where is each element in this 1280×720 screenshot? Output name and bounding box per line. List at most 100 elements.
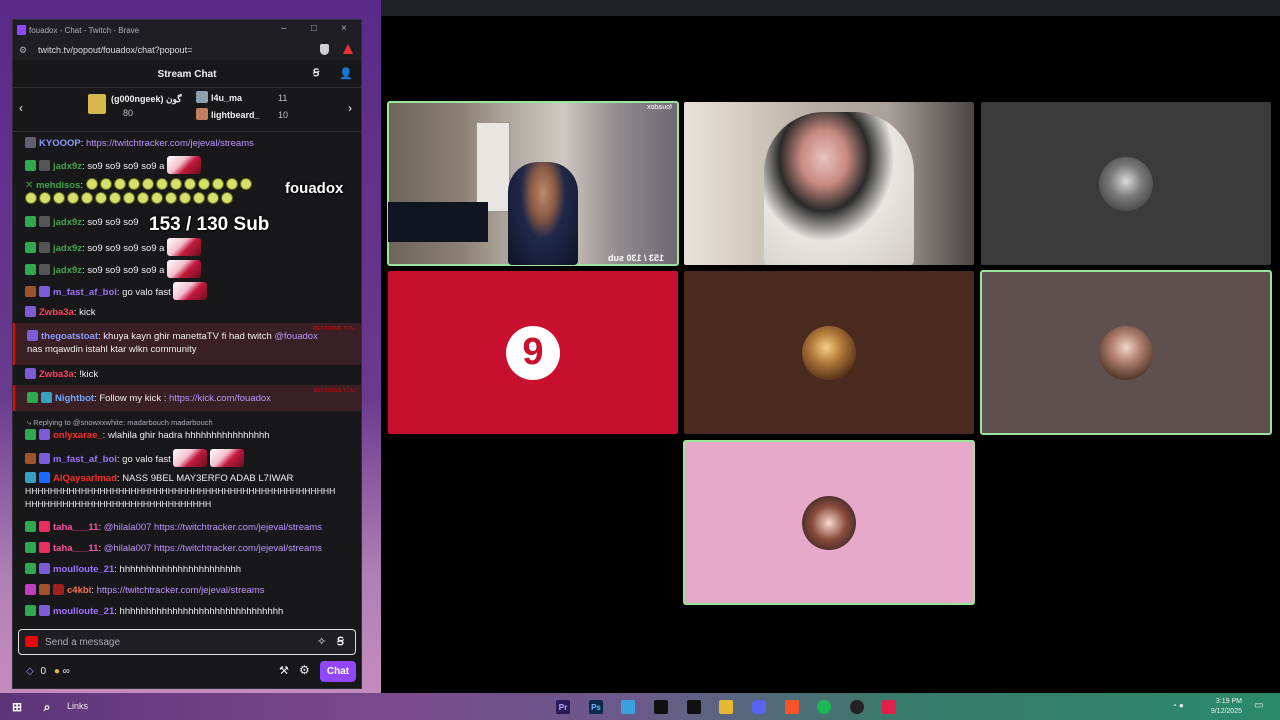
- notifications-icon[interactable]: ▭: [1254, 700, 1263, 711]
- chat-message[interactable]: jadx9z: so9 so9 so9 so9 a: [25, 156, 355, 174]
- photoshop-icon[interactable]: Ps: [589, 700, 603, 714]
- chat-message[interactable]: moulloute_21: hhhhhhhhhhhhhhhhhhhhhhh: [25, 563, 355, 576]
- chat-username[interactable]: jadx9z: [53, 161, 82, 172]
- chat-username[interactable]: c4kbi: [67, 585, 91, 596]
- chat-message[interactable]: Zwba3a: kick: [25, 306, 355, 319]
- chat-send-button[interactable]: Chat: [320, 661, 356, 682]
- chat-message[interactable]: Zwba3a: !kick: [25, 368, 355, 381]
- monitor-screen: [388, 202, 488, 242]
- participant-tile-7[interactable]: [683, 440, 975, 605]
- minimize-button[interactable]: –: [281, 23, 287, 34]
- chat-link[interactable]: https://kick.com/fouadox: [169, 393, 271, 404]
- app-icon[interactable]: [621, 700, 635, 714]
- chat-username[interactable]: jadx9z: [53, 243, 82, 254]
- taskbar-clock[interactable]: 3:19 PM 9/12/2025: [1196, 697, 1242, 717]
- url-text[interactable]: twitch.tv/popout/fouadox/chat?popout=: [38, 45, 192, 55]
- brave-shield-icon[interactable]: [320, 44, 329, 55]
- chat-message-input[interactable]: [45, 635, 295, 649]
- chat-mention[interactable]: @fouadox: [274, 331, 317, 342]
- close-button[interactable]: ×: [341, 23, 347, 34]
- app-red-icon[interactable]: [882, 700, 896, 714]
- folder-icon[interactable]: [719, 700, 733, 714]
- chat-username[interactable]: taha___11: [53, 543, 98, 554]
- chat-username[interactable]: moulloute_21: [53, 564, 114, 575]
- heart-badge: [25, 584, 36, 595]
- chat-username[interactable]: taha___11: [53, 522, 98, 533]
- camera-icon[interactable]: [25, 636, 38, 647]
- chat-message[interactable]: c4kbi: https://twitchtracker.com/jejeval…: [25, 584, 355, 597]
- chat-mention[interactable]: @hilala007: [104, 543, 152, 554]
- chat-username[interactable]: KYOOOP: [39, 138, 81, 149]
- chat-username[interactable]: moulloute_21: [53, 606, 114, 617]
- chat-message[interactable]: taha___11: @hilala007 https://twitchtrac…: [25, 542, 355, 555]
- chat-username[interactable]: m_fast_af_boi: [53, 454, 117, 465]
- verified-badge: [25, 242, 36, 253]
- chat-username[interactable]: jadx9z: [53, 265, 82, 276]
- chevron-left-icon[interactable]: ‹: [19, 101, 23, 115]
- capcut-icon[interactable]: [687, 700, 701, 714]
- chat-link[interactable]: https://twitchtracker.com/jejeval/stream…: [154, 543, 322, 554]
- participant-tile-5[interactable]: [684, 271, 974, 434]
- maximize-button[interactable]: □: [311, 23, 317, 34]
- windows-start-icon[interactable]: ⊞: [10, 700, 24, 714]
- chat-message[interactable]: taha___11: @hilala007 https://twitchtrac…: [25, 521, 355, 534]
- chevron-right-icon[interactable]: ›: [348, 101, 352, 115]
- participant-tile-camera-2[interactable]: [684, 102, 974, 265]
- chat-username[interactable]: jadx9z: [53, 217, 82, 228]
- chat-message[interactable]: AlQaysarlmad: NASS 9BEL MAY3ERFO ADAB L7…: [25, 472, 355, 511]
- participant-tile-4[interactable]: 9: [388, 271, 678, 434]
- subscriber-badge: [39, 453, 50, 464]
- search-icon[interactable]: ⌕: [40, 700, 54, 714]
- participant-tile-3[interactable]: [981, 102, 1271, 265]
- chat-message-list[interactable]: KYOOOP: https://twitchtracker.com/jejeva…: [13, 134, 361, 624]
- settings-icon[interactable]: ⚙: [299, 663, 310, 677]
- address-bar[interactable]: ⚙ twitch.tv/popout/fouadox/chat?popout=: [13, 40, 361, 60]
- site-settings-icon[interactable]: ⚙: [19, 45, 27, 56]
- chat-message[interactable]: moulloute_21: hhhhhhhhhhhhhhhhhhhhhhhhhh…: [25, 605, 355, 618]
- chat-message-mention[interactable]: MENTIONS YOU thegoatstoat: khuya kayn gh…: [13, 323, 361, 365]
- room-shelf: [476, 122, 510, 212]
- mentions-you-tag: MENTIONS YOU: [312, 326, 355, 332]
- chat-username[interactable]: thegoatstoat: [41, 331, 98, 342]
- translate-icon[interactable]: Ꞩ: [337, 635, 344, 648]
- brave-rewards-icon[interactable]: [343, 44, 353, 54]
- chat-message[interactable]: m_fast_af_boi: go valo fast: [25, 449, 355, 467]
- camera-app-icon[interactable]: [654, 700, 668, 714]
- chat-link[interactable]: https://twitchtracker.com/jejeval/stream…: [154, 522, 322, 533]
- chat-message-mention[interactable]: MENTIONS YOU Nightbot: Follow my kick : …: [13, 385, 361, 411]
- chat-username[interactable]: onlyxarae_: [53, 430, 103, 441]
- chat-message[interactable]: jadx9z: so9 so9 so9 so9 a: [25, 260, 355, 278]
- chat-username[interactable]: m_fast_af_boi: [53, 287, 117, 298]
- discord-icon[interactable]: [752, 700, 766, 714]
- chat-username[interactable]: Zwba3a: [39, 307, 74, 318]
- chat-link[interactable]: https://twitchtracker.com/jejeval/stream…: [97, 585, 265, 596]
- chat-message[interactable]: m_fast_af_boi: go valo fast: [25, 282, 355, 300]
- chat-link[interactable]: https://twitchtracker.com/jejeval/stream…: [86, 138, 254, 149]
- browser-icon[interactable]: [850, 700, 864, 714]
- chat-mention[interactable]: @hilala007: [104, 522, 152, 533]
- participant-tile-6[interactable]: [980, 270, 1272, 435]
- translate-icon[interactable]: Ꞩ: [313, 68, 319, 79]
- chat-message[interactable]: jadx9z: so9 so9 so9 so9 a: [25, 238, 355, 256]
- channel-points[interactable]: ◇ 0 ● ∞: [26, 666, 70, 677]
- participant-avatar: [802, 325, 856, 380]
- chat-message[interactable]: onlyxarae_: wlahila ghir hadra hhhhhhhhh…: [25, 429, 355, 442]
- clock-date: 9/12/2025: [1210, 708, 1242, 715]
- magic-wand-icon[interactable]: ✧: [317, 635, 326, 648]
- chat-username[interactable]: Nightbot: [55, 393, 94, 404]
- reply-context[interactable]: ⤷ Replying to @snowxxwhite: madarbouch m…: [27, 416, 357, 429]
- chat-message[interactable]: KYOOOP: https://twitchtracker.com/jejeva…: [25, 137, 355, 150]
- chat-username[interactable]: Zwba3a: [39, 369, 74, 380]
- premiere-pro-icon[interactable]: Pr: [556, 700, 570, 714]
- people-icon[interactable]: 👤: [339, 67, 353, 80]
- tray-icons[interactable]: ◔ ●: [1172, 701, 1184, 710]
- chat-input-box[interactable]: ✧ Ꞩ: [18, 629, 356, 655]
- taskbar-search-label[interactable]: Links: [67, 701, 88, 711]
- paint-icon[interactable]: ⚒: [279, 664, 289, 677]
- chat-username[interactable]: AlQaysarlmad: [53, 473, 117, 484]
- participant-tile-fouadox[interactable]: fouadox 153 / 130 sub: [387, 101, 679, 266]
- brave-icon[interactable]: [785, 700, 799, 714]
- spotify-icon[interactable]: [817, 700, 831, 714]
- window-title: fouadox - Chat - Twitch - Brave: [29, 26, 140, 35]
- chat-username[interactable]: mehdisos: [36, 180, 80, 191]
